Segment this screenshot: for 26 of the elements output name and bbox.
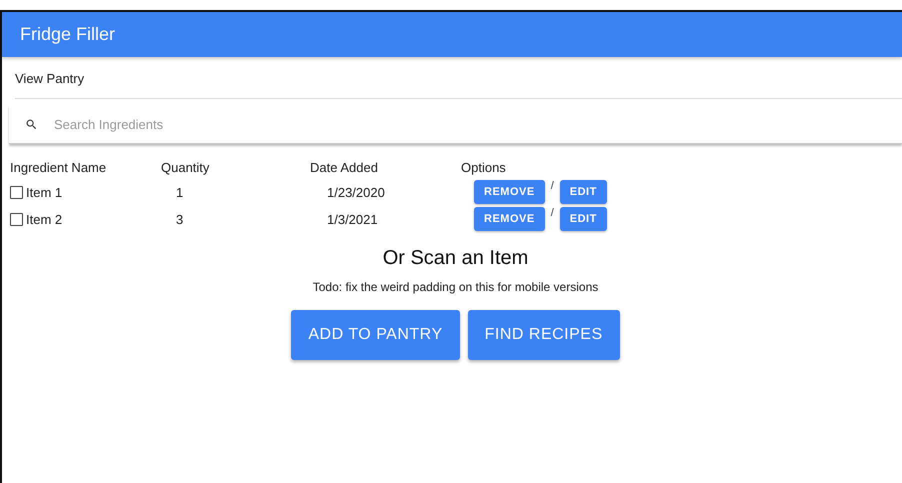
action-button[interactable]: ADD TO PANTRY bbox=[291, 310, 460, 360]
ingredient-name: Item 1 bbox=[26, 184, 62, 200]
remove-button[interactable]: REMOVE bbox=[474, 207, 545, 231]
quantity-cell-text: 3 bbox=[175, 212, 184, 226]
ingredient-name: Item 2 bbox=[26, 212, 62, 226]
date-cell-text: 1/23/2020 bbox=[326, 184, 386, 200]
separator: / bbox=[550, 207, 554, 219]
column-header: Options bbox=[461, 160, 507, 177]
column-header: Quantity bbox=[161, 160, 210, 177]
scan-heading: Or Scan an Item bbox=[382, 247, 528, 270]
column-header: Ingredient Name bbox=[10, 160, 108, 177]
remove-button[interactable]: REMOVE bbox=[474, 180, 545, 204]
action-button[interactable]: FIND RECIPES bbox=[468, 310, 620, 360]
quantity-cell-text: 1 bbox=[175, 184, 184, 200]
separator: / bbox=[550, 180, 554, 192]
section-title: View Pantry bbox=[14, 70, 86, 88]
checkbox[interactable] bbox=[10, 186, 23, 198]
search-field[interactable]: Search Ingredients bbox=[52, 116, 902, 132]
checkbox[interactable] bbox=[10, 212, 23, 226]
todo-note: Todo: fix the weird padding on this for mobile versions bbox=[312, 280, 598, 294]
search-icon bbox=[25, 118, 38, 130]
edit-button[interactable]: EDIT bbox=[560, 207, 607, 231]
edit-button[interactable]: EDIT bbox=[560, 180, 607, 204]
app-title: Fridge Filler bbox=[20, 24, 116, 45]
date-cell-text: 1/3/2021 bbox=[326, 212, 379, 226]
column-header: Date Added bbox=[310, 160, 379, 177]
